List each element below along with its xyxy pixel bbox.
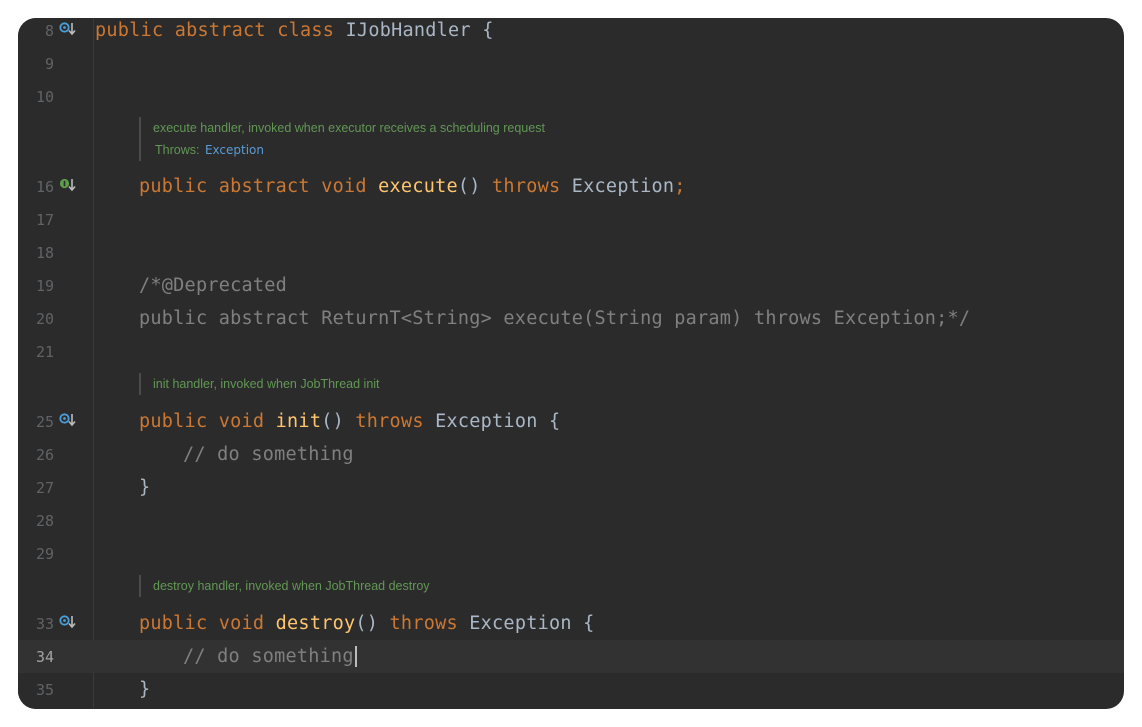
doc-throws-link[interactable]: Exception — [205, 143, 264, 157]
code-text: public void init() throws Exception { — [139, 411, 561, 432]
doc-text: init handler, invoked when JobThread ini… — [153, 377, 380, 391]
line-number: 25 — [35, 412, 54, 431]
code-line[interactable]: 33 public void destroy() throws Exceptio… — [18, 607, 1124, 640]
implemented-down-icon[interactable] — [59, 177, 77, 195]
code-line[interactable]: 27 } — [18, 471, 1124, 504]
doc-comment-init[interactable]: init handler, invoked when JobThread ini… — [139, 373, 380, 395]
line-number: 35 — [35, 680, 54, 699]
doc-comment-execute[interactable]: execute handler, invoked when executor r… — [139, 117, 545, 161]
line-number: 9 — [44, 54, 54, 73]
code-line[interactable]: 8 public abstract class IJobHandler { — [18, 18, 1124, 47]
line-number: 17 — [35, 210, 54, 229]
code-text: public abstract class IJobHandler { — [95, 20, 494, 41]
line-number: 26 — [35, 445, 54, 464]
line-number: 18 — [35, 243, 54, 262]
code-text: // do something — [183, 444, 354, 465]
code-editor[interactable]: 8 public abstract class IJobHandler { 9 … — [18, 18, 1124, 709]
code-line[interactable]: 10 — [18, 80, 1124, 113]
code-line[interactable]: 25 public void init() throws Exception { — [18, 405, 1124, 438]
doc-throws-label: Throws: — [155, 143, 200, 157]
line-number: 16 — [35, 177, 54, 196]
text-caret — [354, 646, 357, 668]
line-number: 34 — [35, 647, 54, 666]
code-line[interactable]: 16 public abstract void execute() throws… — [18, 170, 1124, 203]
overridden-down-icon[interactable] — [59, 412, 77, 430]
line-number: 8 — [44, 21, 54, 40]
doc-comment-destroy[interactable]: destroy handler, invoked when JobThread … — [139, 575, 430, 597]
overridden-down-icon[interactable] — [59, 614, 77, 632]
code-line[interactable]: 19 /*@Deprecated — [18, 269, 1124, 302]
line-number: 33 — [35, 614, 54, 633]
code-text: public void destroy() throws Exception { — [139, 613, 595, 634]
line-number: 29 — [35, 544, 54, 563]
line-number: 21 — [35, 342, 54, 361]
code-line[interactable]: 35 } — [18, 673, 1124, 706]
code-line[interactable]: 20 public abstract ReturnT<String> execu… — [18, 302, 1124, 335]
doc-text: destroy handler, invoked when JobThread … — [153, 579, 430, 593]
code-line[interactable]: 28 — [18, 504, 1124, 537]
code-text: // do something — [183, 646, 357, 668]
line-number: 10 — [35, 87, 54, 106]
code-line[interactable]: 17 — [18, 203, 1124, 236]
line-number: 19 — [35, 276, 54, 295]
code-text: public abstract ReturnT<String> execute(… — [139, 308, 971, 329]
line-number: 27 — [35, 478, 54, 497]
code-text: public abstract void execute() throws Ex… — [139, 176, 686, 197]
code-text: /*@Deprecated — [139, 275, 288, 296]
overridden-down-icon[interactable] — [59, 21, 77, 39]
code-line[interactable]: 26 // do something — [18, 438, 1124, 471]
code-line[interactable]: 21 — [18, 335, 1124, 368]
code-line-current[interactable]: 34 // do something — [18, 640, 1124, 673]
code-line[interactable]: 9 — [18, 47, 1124, 80]
line-number: 28 — [35, 511, 54, 530]
line-number: 20 — [35, 309, 54, 328]
code-line[interactable]: 29 — [18, 537, 1124, 570]
doc-text: execute handler, invoked when executor r… — [153, 121, 545, 135]
code-text: } — [139, 679, 151, 700]
code-text: } — [139, 477, 151, 498]
code-line[interactable]: 18 — [18, 236, 1124, 269]
